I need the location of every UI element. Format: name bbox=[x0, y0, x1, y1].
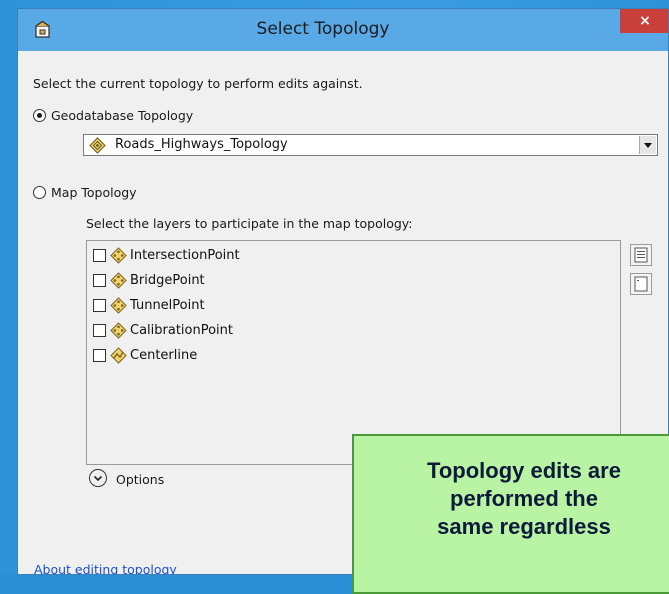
layer-label: TunnelPoint bbox=[130, 298, 205, 313]
map-topology-label[interactable]: Map Topology bbox=[51, 185, 137, 200]
about-editing-topology-link[interactable]: About editing topology bbox=[34, 562, 177, 574]
close-button[interactable]: × bbox=[620, 9, 668, 33]
point-feature-icon bbox=[110, 247, 127, 264]
window-title: Select Topology bbox=[256, 19, 390, 39]
list-item[interactable]: IntersectionPoint bbox=[93, 245, 593, 267]
layers-prompt: Select the layers to participate in the … bbox=[86, 216, 413, 231]
list-clear-icon bbox=[634, 276, 648, 292]
callout-line: performed the bbox=[450, 486, 598, 511]
layer-checkbox[interactable] bbox=[93, 274, 106, 287]
topology-diamond-icon bbox=[89, 137, 106, 154]
instructions-text: Select the current topology to perform e… bbox=[33, 76, 363, 91]
title-bar[interactable]: Select Topology × bbox=[18, 9, 668, 51]
layer-checkbox[interactable] bbox=[93, 249, 106, 262]
options-label[interactable]: Options bbox=[116, 472, 164, 487]
topology-select-value: Roads_Highways_Topology bbox=[115, 137, 288, 152]
callout-box: Topology edits are performed the same re… bbox=[352, 434, 669, 594]
geodatabase-topology-label[interactable]: Geodatabase Topology bbox=[51, 108, 193, 123]
list-select-all-icon bbox=[634, 247, 648, 263]
list-item[interactable]: CalibrationPoint bbox=[93, 320, 593, 342]
layer-checkbox[interactable] bbox=[93, 299, 106, 312]
layer-checkbox[interactable] bbox=[93, 324, 106, 337]
layer-label: IntersectionPoint bbox=[130, 248, 240, 263]
map-topology-radio[interactable] bbox=[33, 186, 46, 199]
layer-list[interactable]: IntersectionPoint BridgePoint TunnelPoin… bbox=[86, 240, 621, 465]
clear-all-button[interactable] bbox=[630, 273, 652, 295]
list-item[interactable]: BridgePoint bbox=[93, 270, 593, 292]
options-expand-button[interactable] bbox=[89, 469, 107, 487]
list-item[interactable]: TunnelPoint bbox=[93, 295, 593, 317]
layer-checkbox[interactable] bbox=[93, 349, 106, 362]
point-feature-icon bbox=[110, 272, 127, 289]
geodatabase-topology-radio[interactable] bbox=[33, 109, 46, 122]
layer-label: CalibrationPoint bbox=[130, 323, 234, 338]
point-feature-icon bbox=[110, 322, 127, 339]
select-all-button[interactable] bbox=[630, 244, 652, 266]
layer-label: Centerline bbox=[130, 348, 198, 363]
point-feature-icon bbox=[110, 297, 127, 314]
topology-select[interactable]: Roads_Highways_Topology bbox=[83, 134, 658, 156]
layer-label: BridgePoint bbox=[130, 273, 205, 288]
chevron-down-icon[interactable] bbox=[639, 136, 656, 154]
callout-line: same regardless bbox=[437, 514, 611, 539]
line-feature-icon bbox=[110, 347, 127, 364]
callout-line: Topology edits are bbox=[427, 458, 621, 483]
list-item[interactable]: Centerline bbox=[93, 345, 593, 367]
chevron-down-icon bbox=[93, 475, 103, 482]
